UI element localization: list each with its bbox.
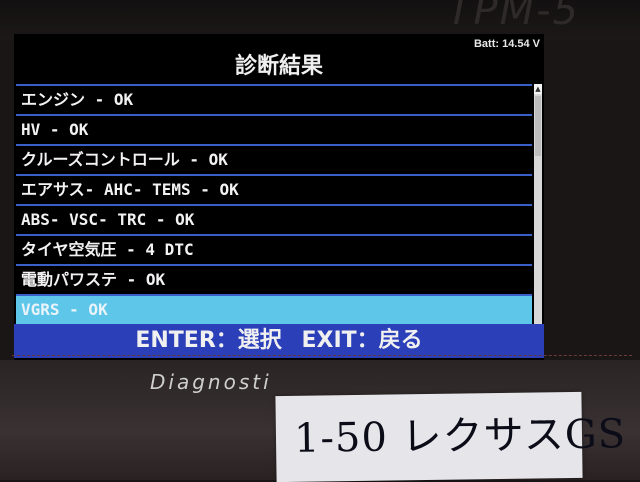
page-title: 診断結果: [234, 54, 323, 79]
list-item-hv[interactable]: HV - OK: [16, 116, 532, 146]
key-hint-bar: ENTER：選択 EXIT：戻る: [14, 324, 544, 358]
device-brand: TPM-5: [447, 0, 580, 34]
device-caption: Diagnosti: [150, 370, 272, 394]
list-item-abs-vsc-trc[interactable]: ABS- VSC- TRC - OK: [16, 206, 532, 236]
list-scrollbar[interactable]: ▲: [534, 84, 542, 328]
list-item-engine[interactable]: エンジン - OK: [16, 86, 532, 116]
scroll-up-arrow-icon[interactable]: ▲: [534, 84, 542, 94]
exit-key-hint: EXIT：戻る: [301, 328, 423, 353]
battery-voltage: Batt: 14.54 V: [473, 38, 540, 50]
list-item-vgrs[interactable]: VGRS - OK: [16, 296, 532, 324]
list-item-air-suspension[interactable]: エアサス- AHC- TEMS - OK: [16, 176, 532, 206]
sticky-note-text: 1-50 レクサスGS: [293, 411, 627, 462]
bezel-divider: [12, 355, 632, 357]
list-item-tire-pressure[interactable]: タイヤ空気圧 - 4 DTC: [16, 236, 532, 266]
list-item-cruise-control[interactable]: クルーズコントロール - OK: [16, 146, 532, 176]
enter-key-hint: ENTER：選択: [135, 328, 282, 353]
list-item-power-steering[interactable]: 電動パワステ - OK: [16, 266, 532, 296]
device-screen: Batt: 14.54 V 診断結果 エンジン - OK HV - OK クルー…: [14, 34, 544, 360]
sticky-note: 1-50 レクサスGS: [275, 391, 626, 482]
scroll-thumb[interactable]: [535, 96, 541, 156]
diagnosis-result-list: エンジン - OK HV - OK クルーズコントロール - OK エアサス- …: [16, 84, 532, 328]
